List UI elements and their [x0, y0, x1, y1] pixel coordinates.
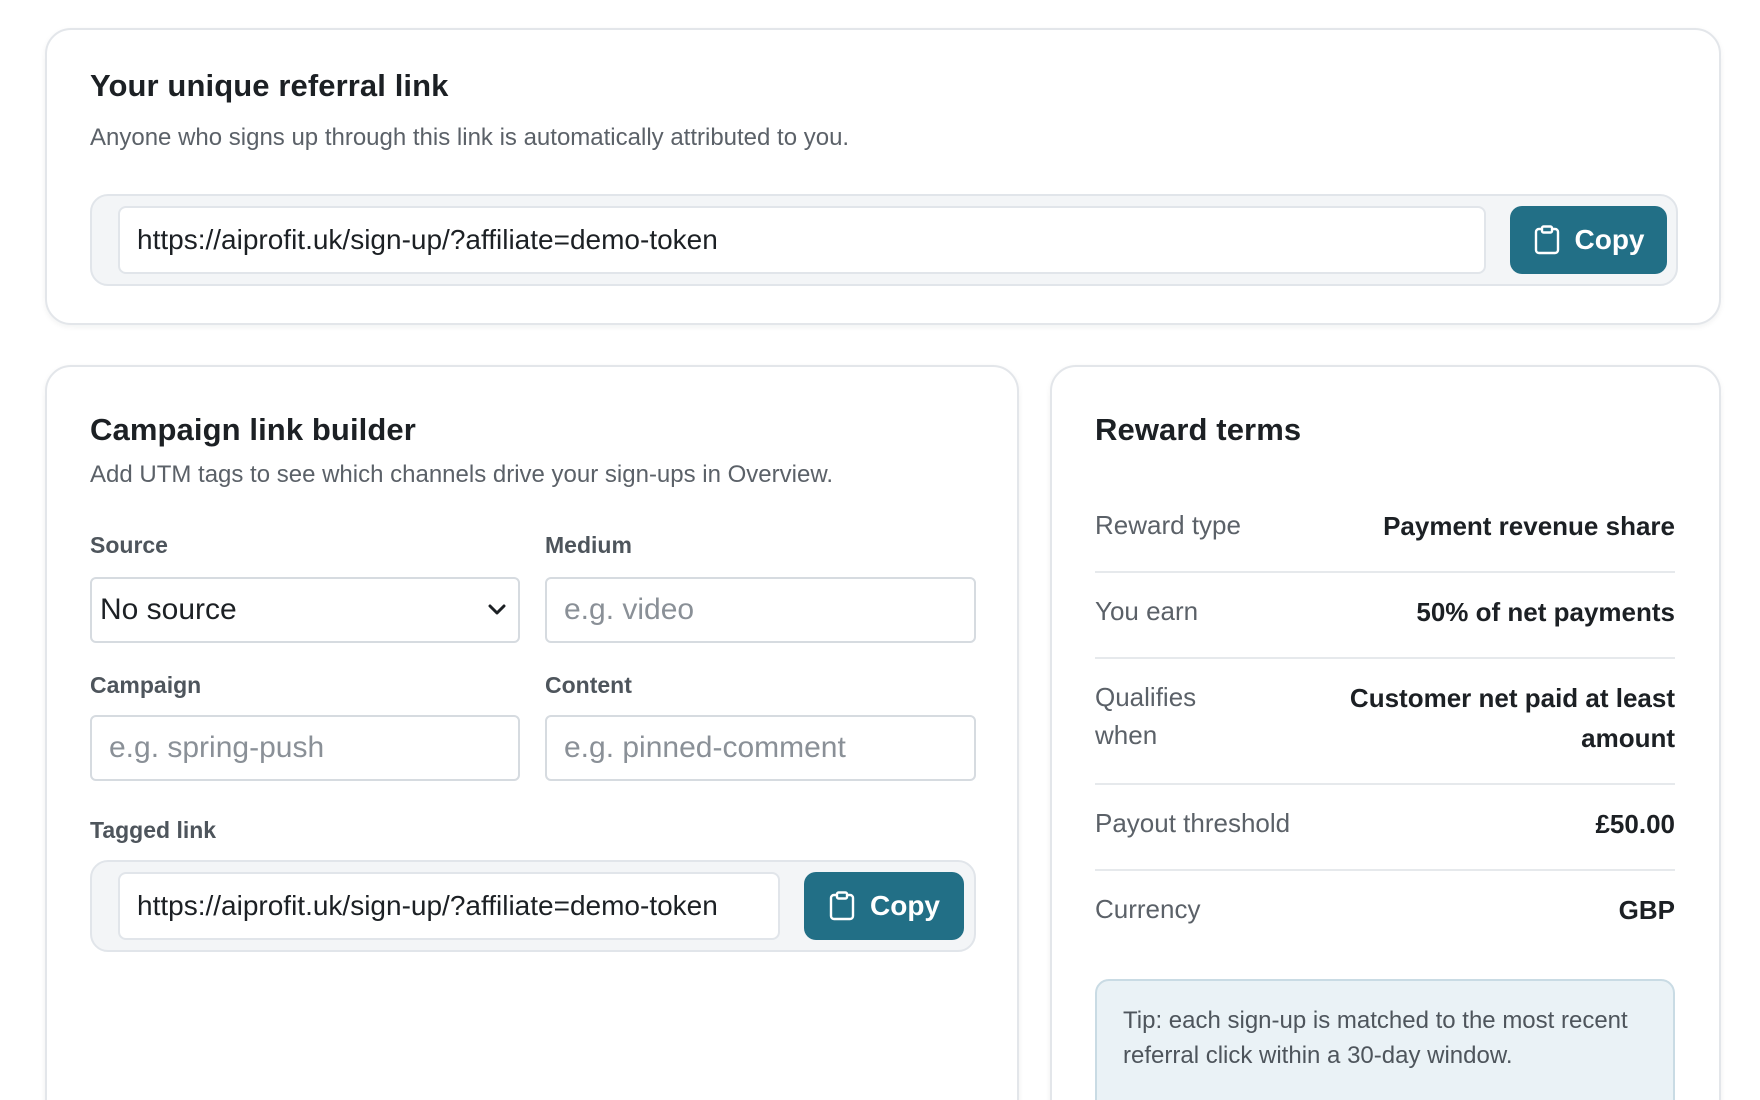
reward-type-value: Payment revenue share [1383, 511, 1675, 541]
content-label: Content [545, 672, 632, 698]
you-earn-label: You earn [1095, 596, 1199, 626]
referral-link-card: Your unique referral link Anyone who sig… [45, 28, 1721, 325]
reward-row-currency: Currency GBP [1095, 871, 1675, 957]
you-earn-value: 50% of net payments [1416, 597, 1675, 627]
qualifies-when-label: Qualifies when [1095, 682, 1197, 750]
source-selected-value: No source [100, 593, 237, 626]
qualifies-when-value: Customer net paid at least amount [1349, 683, 1675, 753]
source-label: Source [90, 532, 168, 558]
payout-threshold-label: Payout threshold [1095, 808, 1291, 838]
reward-card-title: Reward terms [1095, 412, 1302, 447]
referral-link-row: https://aiprofit.uk/sign-up/?affiliate=d… [90, 194, 1678, 286]
reward-terms-card: Reward terms Reward type Payment revenue… [1050, 365, 1721, 1100]
clipboard-icon [829, 891, 855, 921]
copy-button-label: Copy [1574, 224, 1645, 255]
reward-row-type: Reward type Payment revenue share [1095, 487, 1675, 573]
tagged-link-label: Tagged link [90, 817, 217, 843]
currency-value: GBP [1618, 895, 1675, 925]
copy-tagged-link-button[interactable]: Copy [804, 872, 964, 940]
content-input[interactable] [545, 715, 976, 781]
tagged-link-field[interactable]: https://aiprofit.uk/sign-up/?affiliate=d… [118, 872, 780, 940]
medium-input[interactable] [545, 577, 976, 643]
campaign-input[interactable] [90, 715, 520, 781]
referral-card-subtitle: Anyone who signs up through this link is… [90, 124, 850, 151]
payout-threshold-value: £50.00 [1595, 809, 1675, 839]
clipboard-icon [1534, 225, 1559, 255]
builder-card-title: Campaign link builder [90, 412, 416, 447]
referral-card-title: Your unique referral link [90, 68, 449, 103]
chevron-down-icon [488, 604, 506, 615]
medium-label: Medium [545, 532, 632, 558]
source-select[interactable]: No source [90, 577, 520, 643]
referral-link-field[interactable]: https://aiprofit.uk/sign-up/?affiliate=d… [118, 206, 1486, 274]
reward-row-threshold: Payout threshold £50.00 [1095, 785, 1675, 871]
copy-button-label: Copy [870, 890, 940, 921]
attribution-tip: Tip: each sign-up is matched to the most… [1095, 979, 1675, 1100]
tagged-link-row: https://aiprofit.uk/sign-up/?affiliate=d… [90, 860, 976, 952]
reward-row-earn: You earn 50% of net payments [1095, 573, 1675, 659]
campaign-link-builder-card: Campaign link builder Add UTM tags to se… [45, 365, 1019, 1100]
builder-card-subtitle: Add UTM tags to see which channels drive… [90, 461, 834, 488]
reward-row-qualifies: Qualifies when Customer net paid at leas… [1095, 659, 1675, 785]
copy-referral-link-button[interactable]: Copy [1510, 206, 1667, 274]
campaign-label: Campaign [90, 672, 202, 698]
currency-label: Currency [1095, 894, 1201, 924]
reward-type-label: Reward type [1095, 510, 1241, 540]
